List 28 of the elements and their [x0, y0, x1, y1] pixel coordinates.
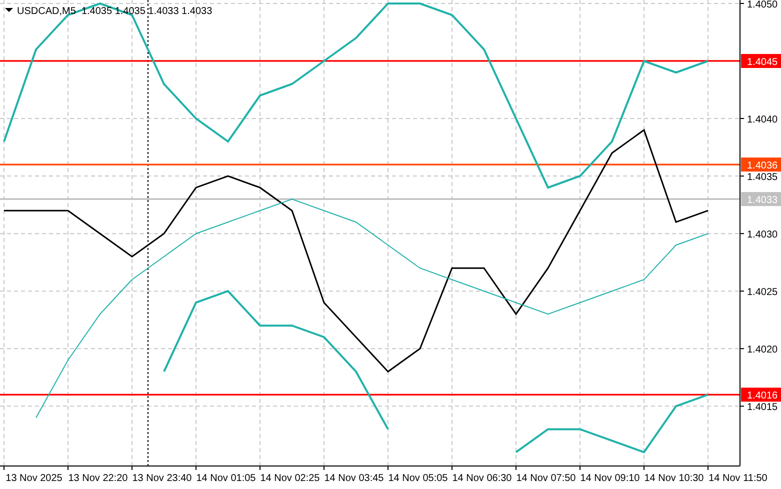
y-axis-label: 1.4015: [747, 402, 778, 414]
x-axis-label: 14 Nov 05:05: [388, 473, 448, 484]
dropdown-triangle-icon[interactable]: [5, 8, 13, 12]
price-tag: 1.4045: [741, 54, 781, 68]
x-axis-label: 13 Nov 22:20: [68, 473, 128, 484]
x-axis-label: 14 Nov 06:30: [452, 473, 512, 484]
y-axis-label: 1.4040: [747, 114, 778, 126]
x-axis-label: 14 Nov 02:25: [260, 473, 320, 484]
price-tag: 1.4036: [741, 158, 781, 172]
x-axis-label: 14 Nov 01:05: [196, 473, 256, 484]
x-axis-label: 13 Nov 23:40: [132, 473, 192, 484]
y-axis-label: 1.4050: [747, 0, 778, 10]
ref-line-label: 1.4036: [747, 160, 778, 172]
x-axis-label: 14 Nov 03:45: [324, 473, 384, 484]
price-tag: 1.4016: [741, 388, 781, 402]
y-axis-label: 1.4020: [747, 344, 778, 356]
x-axis-label: 13 Nov 2025: [6, 473, 62, 484]
price-tag: 1.4033: [741, 192, 781, 206]
y-axis-label: 1.4025: [747, 287, 778, 298]
x-axis-label: 14 Nov 10:30: [644, 473, 704, 484]
x-axis-label: 14 Nov 09:10: [580, 473, 640, 484]
ref-line-label: 1.4045: [747, 56, 778, 68]
ref-line-label: 1.4016: [747, 390, 778, 402]
y-axis-label: 1.4035: [747, 172, 778, 184]
ref-line-label: 1.4033: [747, 195, 778, 206]
x-axis-label: 14 Nov 11:50: [708, 473, 768, 484]
x-axis-label: 14 Nov 07:50: [516, 473, 576, 484]
y-axis-label: 1.4030: [747, 230, 778, 241]
